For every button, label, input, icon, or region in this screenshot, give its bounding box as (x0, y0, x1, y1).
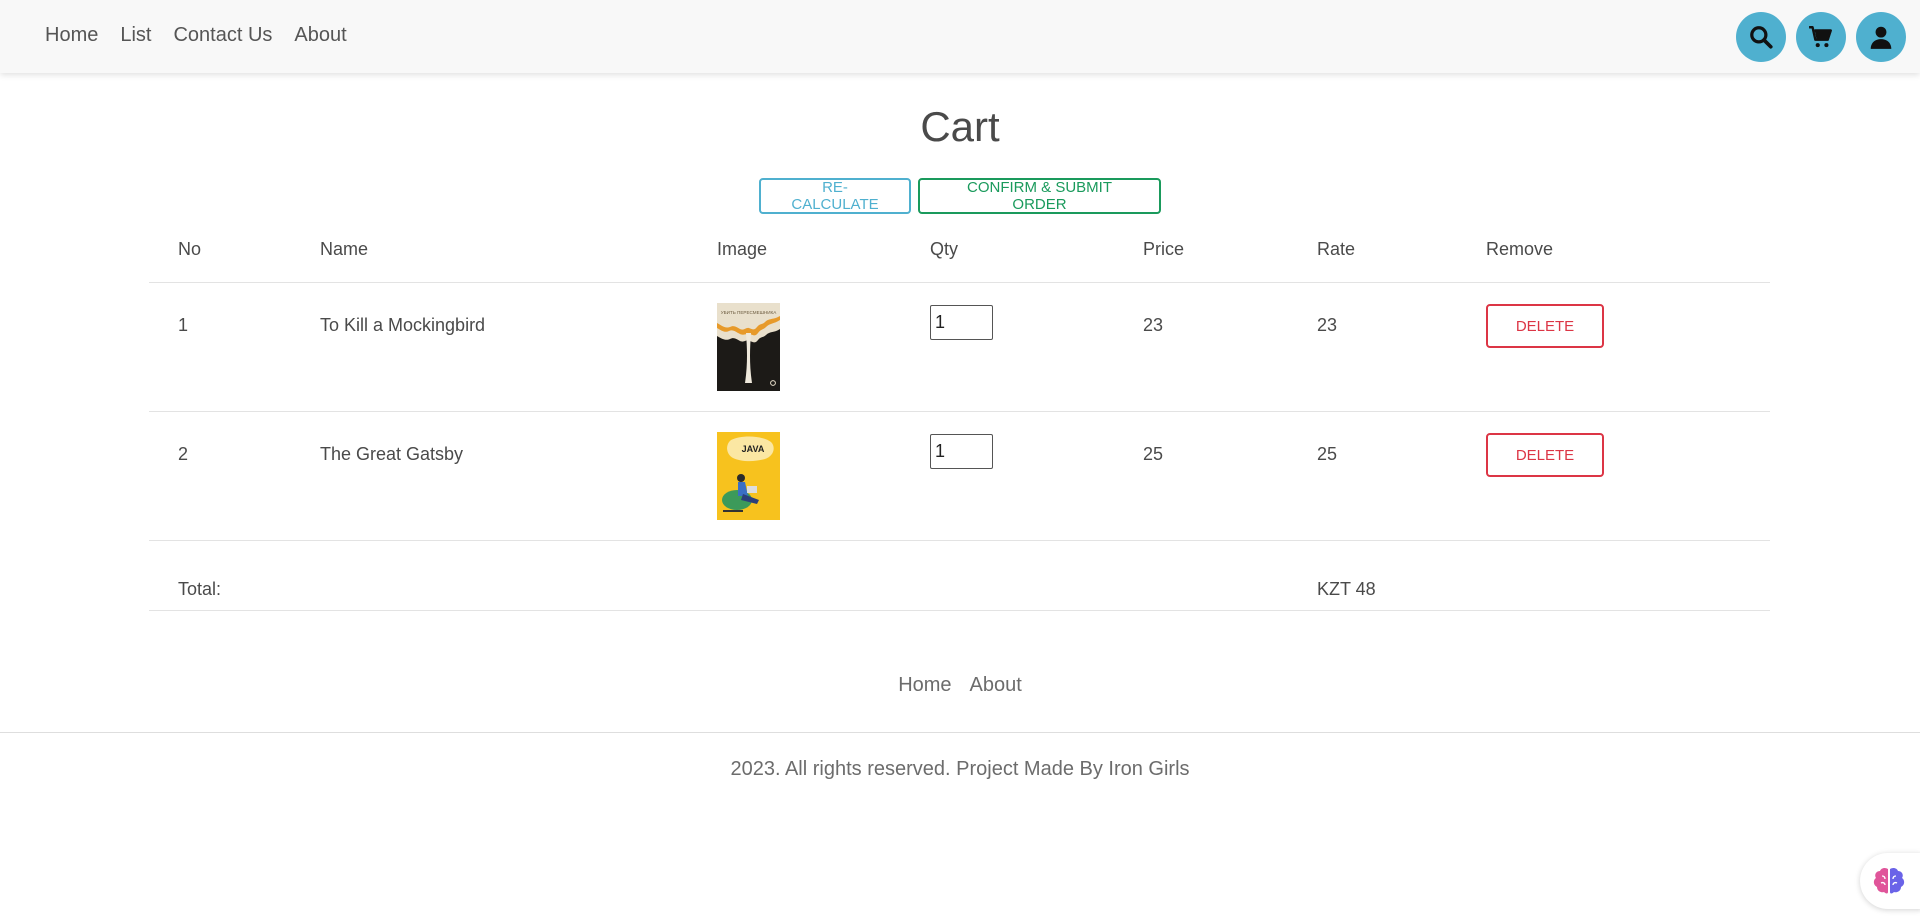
nav-link-contact-us[interactable]: Contact Us (173, 24, 272, 47)
book-rate: 23 (1317, 315, 1338, 335)
footer-divider (0, 732, 1920, 733)
cover-title-text: JAVA (742, 444, 765, 454)
book-cover-image: JAVA (717, 432, 780, 520)
column-header-image: Image (717, 239, 768, 259)
book-cover-image: УБИТЬ ПЕРЕСМЕШНИКА (717, 303, 780, 391)
cart-table: No Name Image Qty Price Rate Remove 1 To… (149, 225, 1770, 611)
nav-link-about[interactable]: About (294, 24, 346, 47)
total-label: Total: (178, 579, 222, 599)
column-header-remove: Remove (1486, 239, 1554, 259)
qty-cell (930, 434, 993, 469)
total-value: KZT 48 (1317, 579, 1376, 599)
book-price: 23 (1143, 315, 1164, 335)
book-cover-java: JAVA (717, 432, 780, 520)
column-header-name: Name (320, 239, 369, 259)
column-header-price: Price (1143, 239, 1185, 259)
nav-link-list[interactable]: List (120, 24, 151, 47)
qty-cell (930, 305, 993, 340)
row-number: 1 (178, 315, 189, 335)
nav-icon-group (1736, 12, 1906, 62)
recalculate-button[interactable]: RE-CALCULATE (759, 178, 911, 214)
delete-button[interactable]: DELETE (1486, 433, 1604, 477)
book-name: The Great Gatsby (320, 444, 464, 464)
column-header-rate: Rate (1317, 239, 1356, 259)
column-header-qty: Qty (930, 239, 959, 259)
search-button[interactable] (1736, 12, 1786, 62)
table-row: 1 To Kill a Mockingbird УБИТЬ ПЕРЕСМЕШНИ… (149, 283, 1770, 412)
cart-actions: RE-CALCULATE CONFIRM & SUBMIT ORDER (0, 178, 1920, 214)
book-price: 25 (1143, 444, 1164, 464)
footer-nav: Home About (0, 674, 1920, 697)
column-header-no: No (178, 239, 202, 259)
cart-button[interactable] (1796, 12, 1846, 62)
quantity-input[interactable] (930, 434, 993, 469)
book-cover-mockingbird: УБИТЬ ПЕРЕСМЕШНИКА (717, 303, 780, 391)
cart-icon (1809, 26, 1832, 48)
footer-link-about[interactable]: About (970, 674, 1022, 697)
table-row: 2 The Great Gatsby JAVA 25 25 DELETE (149, 412, 1770, 541)
table-header-row: No Name Image Qty Price Rate Remove (149, 225, 1770, 283)
book-rate: 25 (1317, 444, 1338, 464)
footer-link-home[interactable]: Home (898, 674, 951, 697)
user-button[interactable] (1856, 12, 1906, 62)
brain-icon (1873, 867, 1905, 894)
delete-button[interactable]: DELETE (1486, 304, 1604, 348)
main-nav: Home List Contact Us About (45, 24, 347, 47)
row-number: 2 (178, 444, 189, 464)
book-name: To Kill a Mockingbird (320, 315, 486, 335)
user-icon (1870, 26, 1892, 49)
remove-cell: DELETE (1486, 433, 1604, 477)
total-row: Total: KZT 48 (149, 541, 1770, 611)
nav-link-home[interactable]: Home (45, 24, 98, 47)
copyright-text: 2023. All rights reserved. Project Made … (730, 758, 1190, 780)
quantity-input[interactable] (930, 305, 993, 340)
page-title: Cart (920, 103, 1000, 150)
confirm-submit-order-button[interactable]: CONFIRM & SUBMIT ORDER (918, 178, 1161, 214)
remove-cell: DELETE (1486, 304, 1604, 348)
top-navbar: Home List Contact Us About (0, 0, 1920, 73)
assistant-widget-button[interactable] (1860, 853, 1920, 909)
cover-title-text: УБИТЬ ПЕРЕСМЕШНИКА (721, 310, 777, 315)
search-icon (1750, 26, 1773, 49)
